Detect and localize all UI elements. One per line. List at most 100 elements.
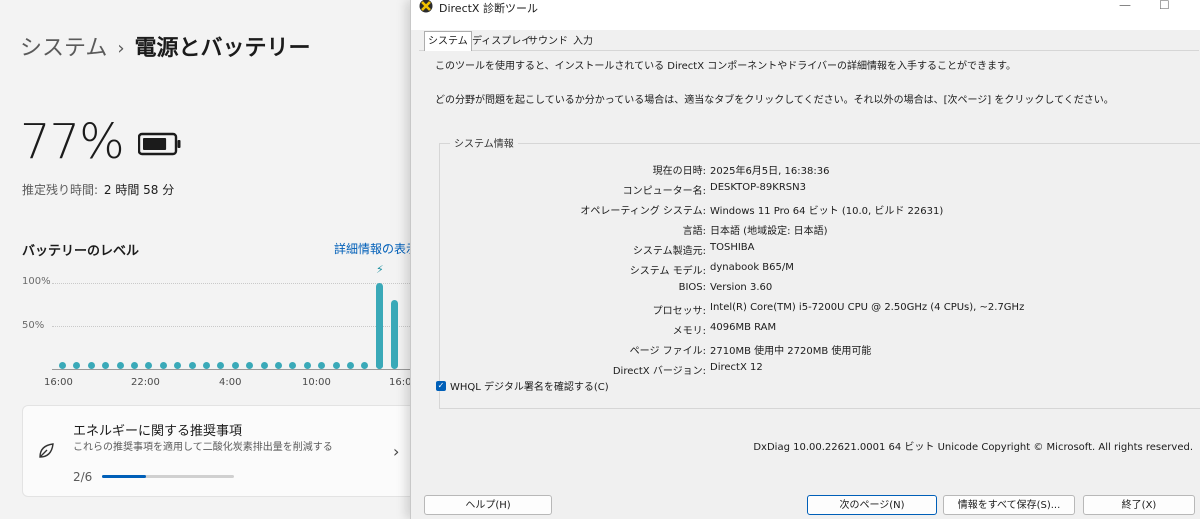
x-label: 16:00 [44, 377, 73, 388]
version-info: DxDiag 10.00.22621.0001 64 ビット Unicode C… [753, 442, 1193, 453]
x-label: 22:00 [131, 377, 160, 388]
info-value: DirectX 12 [710, 362, 763, 373]
help-button[interactable]: ヘルプ(H) [424, 495, 552, 515]
info-key: システム製造元: [632, 246, 706, 257]
breadcrumb-parent-system[interactable]: システム [20, 36, 107, 61]
remaining-value: 2 時間 58 分 [103, 183, 175, 197]
info-value: Intel(R) Core(TM) i5-7200U CPU @ 2.50GHz… [710, 302, 1025, 313]
info-value: Windows 11 Pro 64 ビット (10.0, ビルド 22631) [710, 206, 944, 217]
usage-dot [231, 362, 239, 369]
battery-bar [391, 300, 398, 369]
system-info-group: システム情報 現在の日時: 2025年6月5日, 16:38:36 コンピューター名… [439, 135, 1200, 409]
title-bar: DirectX 診断ツール — ☐ [411, 0, 1200, 16]
info-key: プロセッサ: [652, 306, 706, 317]
leaf-icon [37, 442, 55, 465]
x-label: 4:00 [219, 377, 242, 388]
dxdiag-window: DirectX 診断ツール — ☐ システム ディスプレイ サウンド 入力 この… [410, 0, 1200, 519]
save-all-info-button[interactable]: 情報をすべて保存(S)... [943, 495, 1075, 515]
gridline-100 [52, 283, 412, 284]
y-label-50: 50% [22, 320, 45, 331]
maximize-icon[interactable]: ☐ [1159, 0, 1170, 12]
minimize-icon[interactable]: — [1119, 0, 1131, 12]
tab-input[interactable]: 入力 [570, 33, 596, 50]
info-key: メモリ: [672, 326, 706, 337]
info-value: 2025年6月5日, 16:38:36 [710, 166, 830, 177]
progress-bar [102, 475, 234, 478]
usage-dot [303, 362, 311, 369]
directx-logo-icon [419, 0, 433, 13]
window-title: DirectX 診断ツール [439, 2, 538, 15]
card-progress-text: 2/6 [73, 470, 93, 484]
tab-sound[interactable]: サウンド [525, 33, 571, 50]
exit-button[interactable]: 終了(X) [1083, 495, 1195, 515]
battery-level-heading: バッテリーのレベル [22, 244, 140, 259]
y-label-100: 100% [22, 276, 51, 287]
info-key: ページ ファイル: [629, 346, 706, 357]
whql-label: WHQL デジタル署名を確認する(C) [450, 382, 609, 393]
tab-system[interactable]: システム [424, 31, 472, 51]
info-key: 現在の日時: [652, 166, 706, 177]
usage-dot [289, 362, 297, 369]
usage-dot [361, 362, 369, 369]
info-value: 4096MB RAM [710, 322, 777, 333]
charging-bolt-icon: ⚡ [376, 263, 384, 276]
usage-dot [318, 362, 326, 369]
x-label: 16:00 [389, 377, 412, 388]
intro-text-2: どの分野が問題を起こしているか分かっている場合は、適当なタブをクリックしてくださ… [435, 95, 1114, 106]
chevron-right-icon: › [393, 442, 400, 461]
usage-dot [174, 362, 182, 369]
usage-dot [87, 362, 95, 369]
usage-dot [102, 362, 110, 369]
usage-dot [188, 362, 196, 369]
info-key: コンピューター名: [622, 186, 706, 197]
battery-icon [138, 132, 181, 156]
info-key: 言語: [682, 226, 706, 237]
chart-baseline [52, 369, 412, 370]
info-value: 日本語 (地域設定: 日本語) [710, 226, 828, 237]
usage-dot [217, 362, 225, 369]
info-value: dynabook B65/M [710, 262, 794, 273]
usage-dot [145, 362, 153, 369]
group-title: システム情報 [450, 135, 518, 150]
info-key: DirectX バージョン: [612, 366, 706, 377]
usage-dot [347, 362, 354, 369]
info-key: オペレーティング システム: [580, 206, 706, 217]
breadcrumb-separator: › [117, 38, 125, 59]
usage-dot [260, 362, 268, 369]
card-subtitle: これらの推奨事項を適用して二酸化炭素排出量を削減する [73, 442, 333, 453]
progress-fill [102, 475, 146, 478]
usage-dot [332, 362, 340, 369]
checkmark-icon: ✓ [436, 381, 446, 391]
info-value: TOSHIBA [710, 242, 755, 253]
usage-dot [159, 362, 167, 369]
system-tab-panel: このツールを使用すると、インストールされている DirectX コンポーネントや… [419, 50, 1200, 501]
info-key: BIOS: [678, 282, 706, 293]
info-value: DESKTOP-89KRSN3 [710, 182, 806, 193]
info-value: 2710MB 使用中 2720MB 使用可能 [710, 346, 872, 357]
usage-dot [131, 362, 138, 369]
info-key: システム モデル: [629, 266, 706, 277]
page-title: 電源とバッテリー [134, 36, 311, 61]
dialog-body: システム ディスプレイ サウンド 入力 このツールを使用すると、インストールされ… [411, 30, 1200, 519]
card-title: エネルギーに関する推奨事項 [73, 424, 243, 439]
x-label: 10:00 [302, 377, 331, 388]
usage-dot [73, 362, 81, 369]
usage-dot [59, 362, 66, 369]
details-link[interactable]: 詳細情報の表示 [334, 240, 412, 257]
settings-window: システム › 電源とバッテリー 77% 推定残り時間: 2 時間 58 分 バッテリ… [0, 0, 412, 519]
usage-dot [116, 362, 124, 369]
info-value: Version 3.60 [710, 282, 773, 293]
battery-bar [376, 283, 383, 369]
next-page-button[interactable]: 次のページ(N) [807, 495, 937, 515]
whql-checkbox[interactable]: ✓ WHQL デジタル署名を確認する(C) [436, 378, 609, 393]
usage-dot [246, 362, 254, 369]
breadcrumb: システム › 電源とバッテリー [20, 30, 311, 62]
usage-dot [203, 362, 210, 369]
energy-recommendations-card[interactable]: エネルギーに関する推奨事項 これらの推奨事項を適用して二酸化炭素排出量を削減する… [22, 405, 412, 497]
usage-dot [275, 362, 282, 369]
remaining-label: 推定残り時間: [22, 183, 99, 197]
estimated-remaining-time: 推定残り時間: 2 時間 58 分 [22, 181, 174, 198]
intro-text-1: このツールを使用すると、インストールされている DirectX コンポーネントや… [435, 61, 1017, 72]
battery-percentage: 77% [20, 114, 125, 170]
gridline-50 [52, 326, 412, 327]
